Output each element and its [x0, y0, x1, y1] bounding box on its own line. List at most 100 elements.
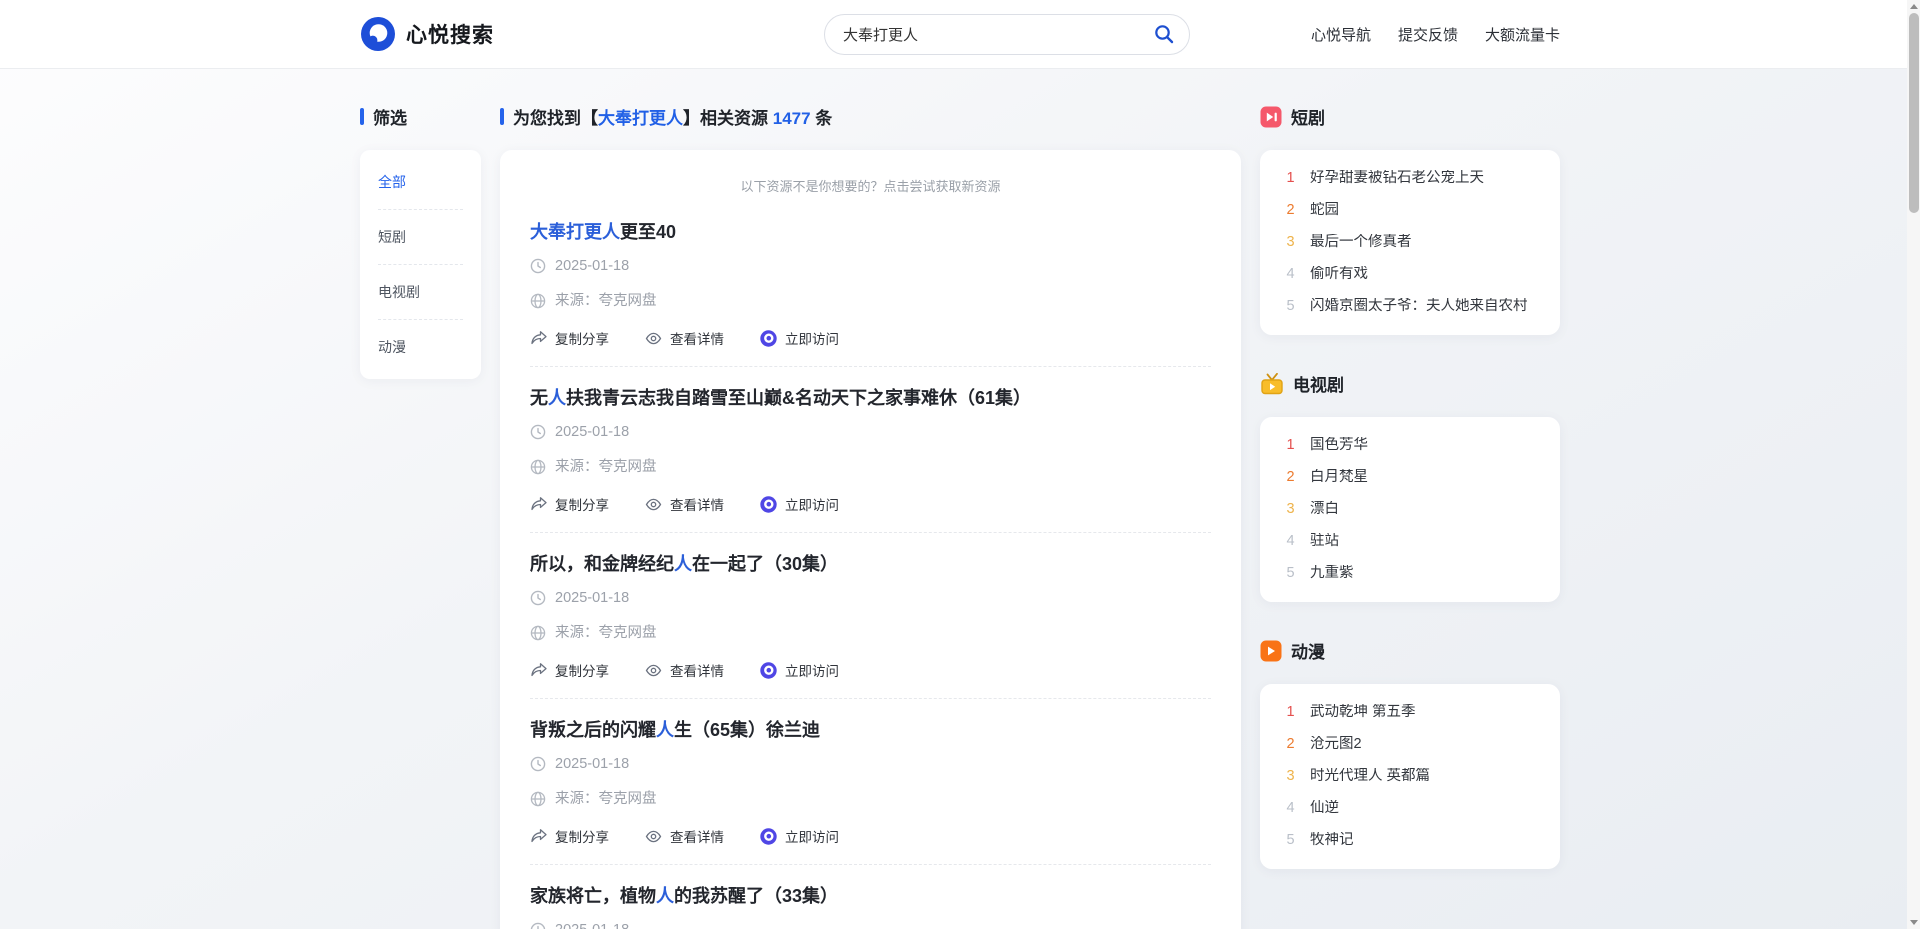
result-title-segment: 的我苏醒了（33集）: [674, 886, 838, 906]
refresh-results-link[interactable]: 以下资源不是你想要的？点击尝试获取新资源: [530, 176, 1211, 195]
result-title[interactable]: 背叛之后的闪耀人生（65集）徐兰迪: [530, 719, 1211, 741]
rank-number: 1: [1284, 437, 1297, 453]
rank-title: 偷听有戏: [1310, 266, 1368, 282]
ranking-section-title-text: 电视剧: [1293, 371, 1344, 396]
result-title-segment: 扶我青云志我自踏雪至山巅&名动天下之家事难休（61集）: [566, 388, 1031, 408]
result-title-segment: 人: [656, 886, 674, 906]
share-icon: [530, 662, 547, 678]
filter-item-tv[interactable]: 电视剧: [378, 265, 463, 320]
rank-number: 3: [1284, 768, 1297, 784]
result-date-text: 2025-01-18: [555, 424, 629, 440]
shortplay-icon: [1260, 106, 1282, 128]
filter-item-shortplay[interactable]: 短剧: [378, 210, 463, 265]
filter-item-all[interactable]: 全部: [378, 155, 463, 210]
scrollbar-thumb[interactable]: [1909, 13, 1919, 213]
visit-now-button[interactable]: 立即访问: [760, 660, 839, 680]
view-detail-button[interactable]: 查看详情: [645, 494, 724, 514]
filter-title-text: 筛选: [373, 104, 407, 129]
search-input[interactable]: [843, 26, 1149, 43]
copy-share-button[interactable]: 复制分享: [530, 660, 609, 680]
rank-title: 最后一个修真者: [1310, 234, 1412, 250]
rank-title: 漂白: [1310, 501, 1339, 517]
result-title[interactable]: 无人扶我青云志我自踏雪至山巅&名动天下之家事难休（61集）: [530, 387, 1211, 409]
ranking-item[interactable]: 1 好孕甜妻被钻石老公宠上天: [1284, 170, 1536, 186]
result-actions: 复制分享 查看详情: [530, 328, 1211, 348]
result-title[interactable]: 大奉打更人更至40: [530, 221, 1211, 243]
ranking-item[interactable]: 3 时光代理人 英都篇: [1284, 768, 1536, 784]
ranking-item[interactable]: 3 漂白: [1284, 501, 1536, 517]
brand-name: 心悦搜索: [406, 19, 494, 49]
result-date-text: 2025-01-18: [555, 756, 629, 772]
filter-sidebar: 筛选 全部 短剧 电视剧 动漫: [360, 104, 481, 379]
ranking-section-tv: 电视剧 1 国色芳华 2 白月梵星 3 漂白: [1260, 371, 1560, 602]
scrollbar-down-arrow[interactable]: [1907, 916, 1920, 929]
nav-link-feedback[interactable]: 提交反馈: [1398, 24, 1458, 45]
ranking-item[interactable]: 2 沧元图2: [1284, 736, 1536, 752]
share-icon: [530, 330, 547, 346]
eye-icon: [645, 828, 662, 845]
nav-link-data-card[interactable]: 大额流量卡: [1485, 24, 1560, 45]
copy-share-button[interactable]: 复制分享: [530, 328, 609, 348]
result-date: 2025-01-18: [530, 756, 1211, 772]
rank-number: 3: [1284, 234, 1297, 250]
scrollbar[interactable]: [1907, 0, 1920, 929]
result-source: 来源：夸克网盘: [530, 791, 1211, 807]
ranking-section-title: 电视剧: [1260, 371, 1560, 396]
result-actions: 复制分享 查看详情: [530, 826, 1211, 846]
ranking-item[interactable]: 2 白月梵星: [1284, 469, 1536, 485]
ranking-item[interactable]: 2 蛇园: [1284, 202, 1536, 218]
scrollbar-up-arrow[interactable]: [1907, 0, 1920, 13]
copy-share-button[interactable]: 复制分享: [530, 826, 609, 846]
result-title-segment: 人: [674, 554, 692, 574]
eye-icon: [645, 662, 662, 679]
rank-title: 国色芳华: [1310, 437, 1368, 453]
content: 筛选 全部 短剧 电视剧 动漫 为您找到【大奉打更人】相关资源 1477 条 以…: [360, 69, 1560, 929]
rankings-sidebar: 短剧 1 好孕甜妻被钻石老公宠上天 2 蛇园 3 最后一个修真者: [1260, 104, 1560, 905]
result-date-text: 2025-01-18: [555, 590, 629, 606]
rank-title: 白月梵星: [1310, 469, 1368, 485]
result-item: 大奉打更人更至40 2025-01-18: [530, 221, 1211, 367]
ranking-card: 1 武动乾坤 第五季 2 沧元图2 3 时光代理人 英都篇 4 仙逆: [1260, 684, 1560, 869]
visit-now-button[interactable]: 立即访问: [760, 826, 839, 846]
result-title-segment: 无: [530, 388, 548, 408]
nav-link-navigation[interactable]: 心悦导航: [1311, 24, 1371, 45]
eye-icon: [645, 330, 662, 347]
globe-icon: [530, 791, 546, 807]
ranking-item[interactable]: 5 九重紫: [1284, 565, 1536, 581]
ranking-card: 1 好孕甜妻被钻石老公宠上天 2 蛇园 3 最后一个修真者 4 偷听有戏: [1260, 150, 1560, 335]
eye-icon: [645, 496, 662, 513]
brand[interactable]: 心悦搜索: [360, 16, 494, 52]
visit-now-button[interactable]: 立即访问: [760, 494, 839, 514]
result-title-segment: 背叛之后的闪耀: [530, 720, 656, 740]
copy-share-button[interactable]: 复制分享: [530, 494, 609, 514]
ranking-item[interactable]: 1 武动乾坤 第五季: [1284, 704, 1536, 720]
rank-number: 2: [1284, 736, 1297, 752]
result-title[interactable]: 家族将亡，植物人的我苏醒了（33集）: [530, 885, 1211, 907]
divider: [530, 366, 1211, 367]
header: 心悦搜索 心悦导航 提交反馈 大额流量卡: [0, 0, 1920, 69]
brand-logo-icon: [360, 16, 396, 52]
ranking-item[interactable]: 4 偷听有戏: [1284, 266, 1536, 282]
ranking-item[interactable]: 3 最后一个修真者: [1284, 234, 1536, 250]
result-item: 背叛之后的闪耀人生（65集）徐兰迪 2025-01-18: [530, 719, 1211, 865]
result-title-segment: 人: [548, 388, 566, 408]
result-title[interactable]: 所以，和金牌经纪人在一起了（30集）: [530, 553, 1211, 575]
filter-item-anime[interactable]: 动漫: [378, 320, 463, 374]
view-detail-button[interactable]: 查看详情: [645, 328, 724, 348]
view-detail-button[interactable]: 查看详情: [645, 826, 724, 846]
ranking-item[interactable]: 5 闪婚京圈太子爷：夫人她来自农村: [1284, 298, 1536, 314]
search-button[interactable]: [1149, 19, 1179, 49]
ranking-item[interactable]: 4 仙逆: [1284, 800, 1536, 816]
visit-now-button[interactable]: 立即访问: [760, 328, 839, 348]
view-detail-button[interactable]: 查看详情: [645, 660, 724, 680]
ranking-item[interactable]: 5 牧神记: [1284, 832, 1536, 848]
ranking-item[interactable]: 4 驻站: [1284, 533, 1536, 549]
result-title-segment: 更至40: [620, 222, 676, 242]
result-date: 2025-01-18: [530, 922, 1211, 929]
result-source-text: 来源：夸克网盘: [555, 459, 657, 475]
title-accent-bar: [360, 108, 364, 125]
ranking-item[interactable]: 1 国色芳华: [1284, 437, 1536, 453]
tv-icon: [1260, 373, 1284, 395]
clock-icon: [530, 756, 546, 772]
share-icon: [530, 828, 547, 844]
